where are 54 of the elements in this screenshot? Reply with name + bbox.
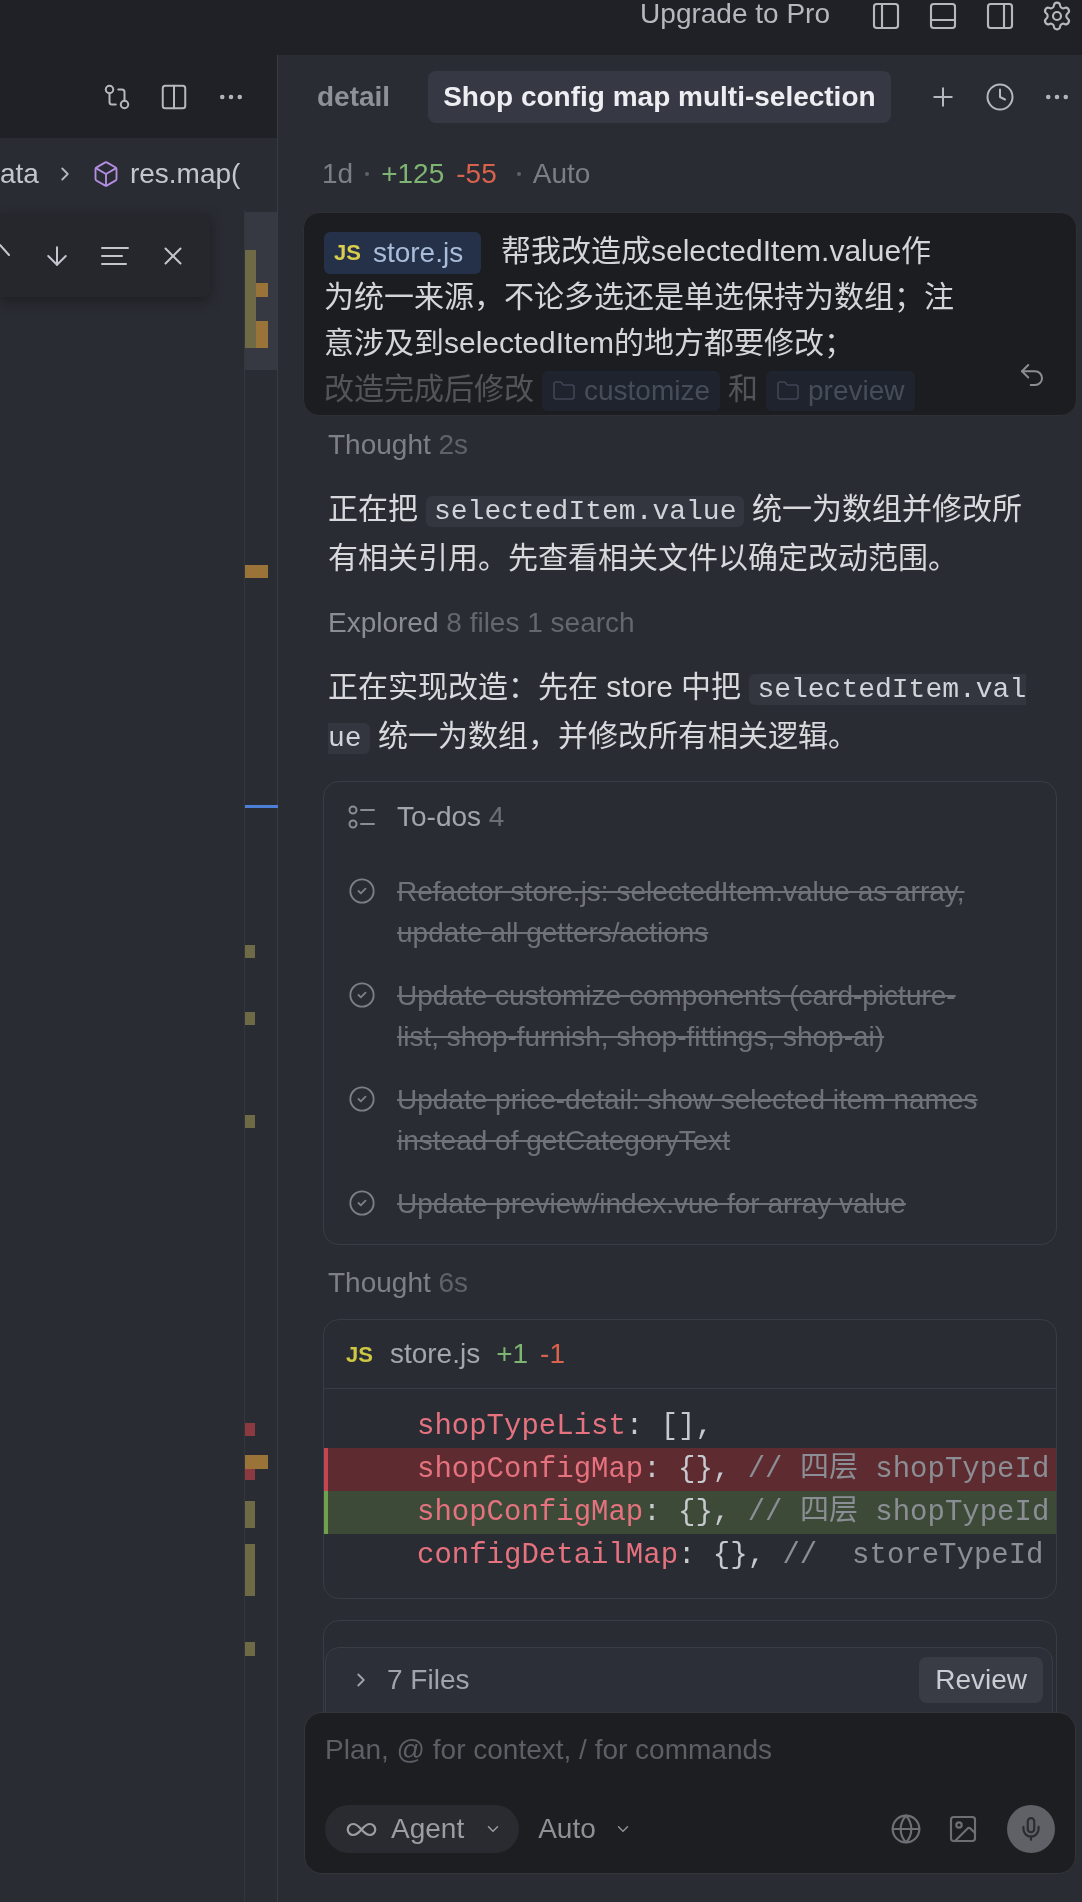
file-type-label: JS [346, 1340, 373, 1369]
right-sidebar-icon[interactable] [984, 0, 1016, 32]
bottom-panel-icon[interactable] [927, 0, 959, 32]
code-line: shopConfigMap: {}, // 四层 shopTypeId [417, 1451, 1050, 1488]
change-marker [245, 1012, 255, 1025]
list-icon [348, 804, 376, 830]
deletions-count: -55 [456, 157, 497, 191]
deletions-count: -1 [540, 1337, 565, 1371]
globe-icon[interactable] [890, 1813, 922, 1845]
upgrade-link[interactable]: Upgrade to Pro [640, 0, 830, 29]
model-button[interactable]: Auto [538, 1808, 632, 1850]
additions-count: +125 [381, 157, 445, 191]
todo-text: Update preview/index.vue for array value [397, 1187, 906, 1221]
review-button[interactable]: Review [919, 1657, 1043, 1703]
explored-status[interactable]: Explored 8 files 1 search [328, 605, 635, 641]
image-icon[interactable] [947, 1813, 979, 1845]
todos-title[interactable]: To-dos 4 [397, 799, 505, 835]
breadcrumb-item[interactable]: ata [0, 153, 39, 195]
check-circle-icon[interactable] [348, 1085, 376, 1113]
settings-icon[interactable] [1041, 0, 1073, 32]
assistant-paragraph: 正在实现改造：先在 store 中把 selectedItem.value 统一为数组，并修改所有相关逻辑。 [328, 669, 1028, 756]
change-marker [245, 565, 268, 578]
code-line: shopTypeList: [], [417, 1408, 713, 1445]
breadcrumb-item[interactable]: res.map( [129, 153, 241, 195]
chat-tab[interactable]: detail [302, 70, 406, 123]
change-marker [245, 1642, 255, 1656]
todo-text: Update customize components (card-picture-list, shop-furnish, shop-fittings, shop-ai) [397, 979, 957, 1054]
files-toggle[interactable]: 7 Files [350, 1659, 470, 1701]
history-icon[interactable] [985, 81, 1015, 112]
check-circle-icon[interactable] [348, 981, 376, 1009]
assistant-paragraph: 正在把 selectedItem.value 统一为数组并修改所有相关引用。先查看相关文件以确定改动范围。 [328, 491, 1024, 576]
agent-mode-button[interactable]: Agent [325, 1805, 520, 1853]
change-marker [245, 945, 255, 958]
additions-count: +1 [496, 1337, 529, 1371]
todo-text: Refactor store.js: selectedItem.value as array, update all getters/actions [397, 875, 966, 950]
file-name[interactable]: store.js [389, 1333, 481, 1375]
todo-text: Update price-detail: show selected item names instead of getCategoryText [397, 1083, 979, 1158]
cursor-position-marker [245, 805, 278, 808]
change-marker [245, 1544, 255, 1596]
change-marker [245, 1115, 255, 1128]
change-marker [245, 1501, 255, 1528]
left-sidebar-icon[interactable] [870, 0, 902, 32]
file-chip[interactable]: JS store.js [324, 232, 481, 275]
check-circle-icon[interactable] [348, 877, 376, 905]
microphone-button[interactable] [1007, 1805, 1055, 1853]
message-input[interactable]: Plan, @ for context, / for commands [325, 1730, 1055, 1770]
code-line: configDetailMap: {}, // storeTypeId [417, 1537, 1044, 1574]
lines-icon[interactable] [100, 244, 130, 267]
chat-tab[interactable]: Shop config map multi-selection [428, 70, 891, 123]
age-label: 1d [322, 157, 354, 191]
code-line: shopConfigMap: {}, // 四层 shopTypeId [417, 1494, 1050, 1531]
change-marker [245, 1423, 255, 1436]
check-circle-icon[interactable] [348, 1189, 376, 1217]
mode-label: Auto [532, 157, 591, 191]
